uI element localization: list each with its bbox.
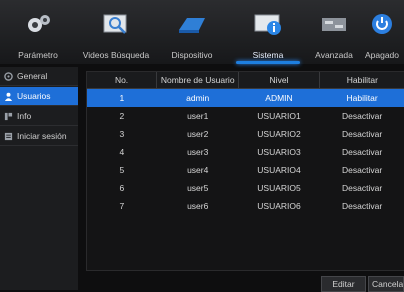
table-row[interactable]: 5 user4 USUARIO4 Desactivar	[87, 161, 404, 179]
column-header-username: Nombre de Usuario	[156, 72, 240, 89]
table-row[interactable]: 1 admin ADMIN Habilitar	[87, 88, 404, 107]
cell-no: 5	[119, 165, 125, 175]
divider	[0, 125, 78, 126]
cell-enable: Desactivar	[342, 147, 383, 157]
sidebar-item-general[interactable]: General	[0, 67, 78, 85]
power-icon	[372, 14, 392, 34]
sidebar: General Usuarios Info Iniciar sesión	[0, 67, 78, 290]
cell-enable: Desactivar	[342, 183, 383, 193]
log-icon	[4, 132, 13, 140]
video-search-icon	[103, 14, 127, 34]
cell-enable: Desactivar	[342, 165, 383, 175]
cell-username: user2	[187, 129, 209, 139]
cell-level: USUARIO4	[257, 165, 301, 175]
table-header-row: No. Nombre de Usuario Nivel Habilitar	[87, 72, 404, 89]
cell-username: user3	[187, 147, 209, 157]
cell-no: 6	[119, 183, 125, 193]
column-header-enable: Habilitar	[319, 72, 404, 89]
cell-no: 4	[119, 147, 125, 157]
cell-level: USUARIO1	[257, 111, 301, 121]
cell-enable: Desactivar	[342, 201, 383, 211]
sidebar-item-label: Info	[17, 111, 32, 121]
table-row[interactable]: 3 user2 USUARIO2 Desactivar	[87, 125, 404, 143]
tab-parametro[interactable]: Parámetro	[0, 0, 76, 64]
divider	[0, 85, 78, 86]
cell-level: USUARIO6	[257, 201, 301, 211]
tab-label: Parámetro	[18, 50, 58, 60]
tab-label: Sistema	[252, 50, 284, 60]
sidebar-item-usuarios[interactable]: Usuarios	[0, 87, 78, 105]
cell-username: admin	[156, 88, 239, 107]
cell-level: USUARIO3	[257, 147, 301, 157]
system-info-icon	[254, 14, 281, 35]
info-icon	[4, 112, 13, 120]
sidebar-item-iniciar-sesion[interactable]: Iniciar sesión	[0, 127, 78, 145]
table-row[interactable]: 7 user6 USUARIO6 Desactivar	[87, 197, 404, 215]
users-table: No. Nombre de Usuario Nivel Habilitar 1 …	[87, 72, 404, 215]
divider	[0, 105, 78, 106]
cell-enable: Desactivar	[342, 111, 383, 121]
tab-label: Dispositivo	[171, 50, 213, 60]
cell-enable: Habilitar	[319, 88, 404, 107]
tab-apagado[interactable]: Apagado	[344, 0, 404, 64]
tab-dispositivo[interactable]: Dispositivo	[154, 0, 230, 64]
table-row[interactable]: 2 user1 USUARIO1 Desactivar	[87, 107, 404, 125]
tab-sistema[interactable]: Sistema	[230, 0, 306, 64]
table-row[interactable]: 6 user5 USUARIO5 Desactivar	[87, 179, 404, 197]
sidebar-item-label: Iniciar sesión	[17, 131, 67, 141]
cell-username: user4	[187, 165, 209, 175]
cell-no: 1	[87, 88, 157, 107]
cell-username: user6	[187, 201, 209, 211]
user-icon	[4, 92, 13, 101]
gear-icon	[4, 71, 13, 81]
sidebar-item-label: Usuarios	[17, 91, 51, 101]
cell-no: 2	[119, 111, 125, 121]
cell-username: user5	[187, 183, 209, 193]
cell-level: ADMIN	[238, 88, 320, 107]
tab-label: Videos Búsqueda	[82, 50, 150, 60]
sidebar-item-info[interactable]: Info	[0, 107, 78, 125]
column-header-no: No.	[87, 72, 158, 89]
top-menu-bar: Parámetro Videos Búsqueda Dispositivo Si…	[0, 0, 404, 64]
cell-no: 3	[119, 129, 125, 139]
cell-no: 7	[119, 201, 125, 211]
sidebar-item-label: General	[17, 71, 48, 81]
active-tab-indicator	[236, 61, 300, 64]
tab-videos-busqueda[interactable]: Videos Búsqueda	[78, 0, 154, 64]
hard-drive-icon	[179, 18, 205, 33]
users-panel: No. Nombre de Usuario Nivel Habilitar 1 …	[86, 71, 404, 271]
tab-label: Apagado	[364, 50, 400, 60]
cell-level: USUARIO2	[257, 129, 301, 139]
cell-username: user1	[187, 111, 209, 121]
gears-icon	[28, 15, 50, 32]
cell-enable: Desactivar	[342, 129, 383, 139]
table-row[interactable]: 4 user3 USUARIO3 Desactivar	[87, 143, 404, 161]
cell-level: USUARIO5	[257, 183, 301, 193]
column-header-level: Nivel	[238, 72, 320, 89]
divider	[0, 145, 78, 146]
